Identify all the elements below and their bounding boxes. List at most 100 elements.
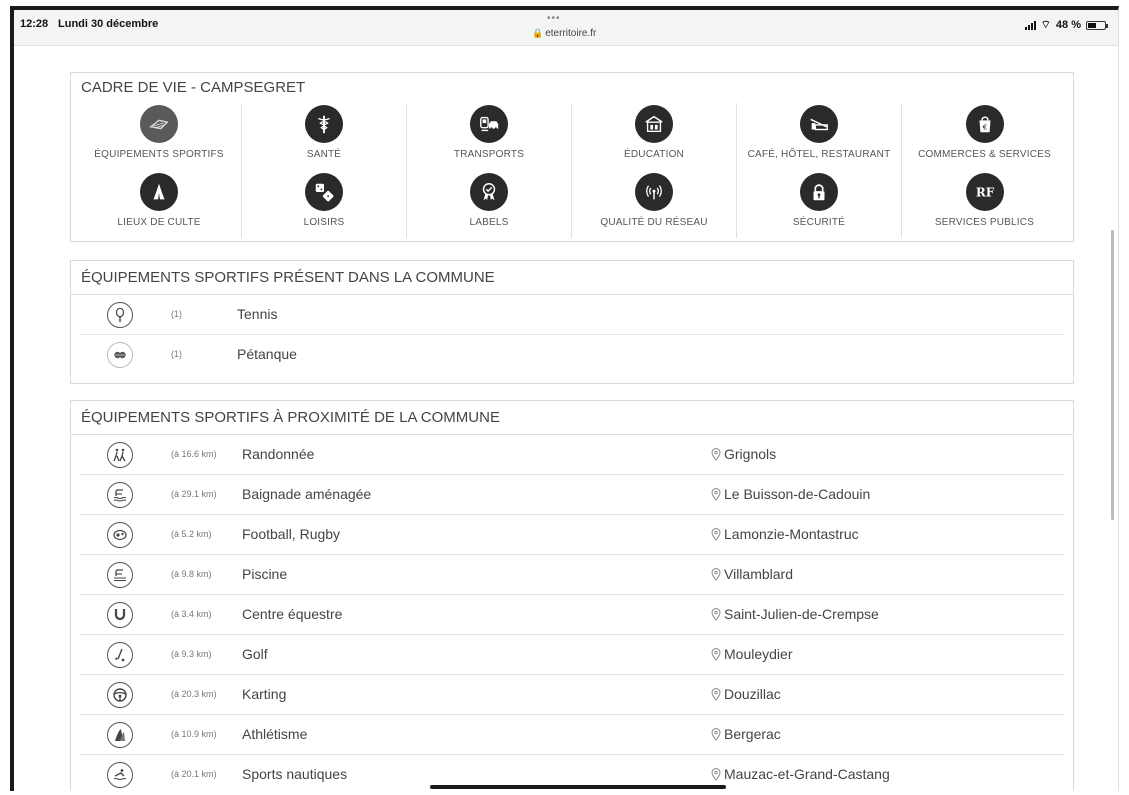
category-loisirs[interactable]: LOISIRS	[242, 170, 407, 238]
tab-dots-icon[interactable]: •••	[547, 13, 561, 24]
antenna-signal-icon	[635, 172, 673, 211]
list-item[interactable]: (à 29.1 km) Baignade aménagée Le Buisson…	[79, 475, 1065, 515]
petanque-balls-icon	[107, 342, 133, 368]
location: Douzillac	[711, 686, 781, 702]
tennis-racket-icon	[107, 302, 133, 328]
svg-text:RF: RF	[975, 185, 994, 199]
location: Bergerac	[711, 726, 781, 742]
school-book-icon	[635, 105, 673, 143]
item-count: (1)	[171, 349, 182, 359]
list-item[interactable]: (à 20.3 km) Karting Douzillac	[79, 675, 1065, 715]
water-sports-icon	[107, 762, 133, 788]
category-cafe-hotel-restaurant[interactable]: CAFÉ, HÔTEL, RESTAURANT	[737, 103, 902, 171]
activity-name: Football, Rugby	[242, 526, 341, 542]
map-pin-icon	[711, 567, 721, 581]
activity-name: Golf	[242, 646, 268, 662]
list-item[interactable]: (1) Tennis	[79, 295, 1065, 335]
place-name: Douzillac	[724, 686, 781, 702]
shopping-bag-euro-icon: €	[965, 105, 1004, 143]
battery-icon	[1086, 20, 1108, 30]
location: Mouleydier	[711, 646, 792, 662]
list-item[interactable]: (1) Pétanque	[79, 335, 1065, 375]
caduceus-icon	[305, 105, 343, 143]
distance-text: (à 3.4 km)	[171, 609, 212, 619]
distance-text: (à 20.1 km)	[171, 769, 217, 779]
category-label: SERVICES PUBLICS	[934, 216, 1035, 228]
category-securite[interactable]: SÉCURITÉ	[737, 170, 902, 238]
map-pin-icon	[711, 447, 721, 461]
nearby-equipment-panel: ÉQUIPEMENTS SPORTIFS À PROXIMITÉ DE LA C…	[70, 400, 1074, 791]
train-car-icon	[470, 105, 508, 143]
distance-text: (à 29.1 km)	[171, 489, 217, 499]
place-name: Saint-Julien-de-Crempse	[724, 606, 879, 622]
distance-text: (à 16.6 km)	[171, 449, 217, 459]
category-qualite-du-reseau[interactable]: QUALITÉ DU RÉSEAU	[572, 170, 737, 238]
list-item[interactable]: (à 5.2 km) Football, Rugby Lamonzie-Mont…	[79, 515, 1065, 555]
battery-percent: 48 %	[1055, 19, 1081, 31]
award-ribbon-icon	[470, 172, 508, 211]
nearby-title: ÉQUIPEMENTS SPORTIFS À PROXIMITÉ DE LA C…	[71, 401, 1073, 435]
place-name: Villamblard	[724, 566, 793, 582]
cadre-title: CADRE DE VIE - CAMPSEGRET	[81, 79, 306, 96]
padlock-icon	[800, 172, 838, 211]
category-transports[interactable]: TRANSPORTS	[407, 103, 572, 171]
location: Lamonzie-Montastruc	[711, 526, 859, 542]
lock-icon: 🔒	[532, 28, 544, 38]
location: Grignols	[711, 446, 776, 462]
sports-icon	[140, 105, 178, 143]
distance-text: (à 5.2 km)	[171, 529, 212, 539]
wifi-icon: ⌔	[1040, 19, 1051, 31]
place-name: Bergerac	[724, 726, 781, 742]
list-item[interactable]: (à 3.4 km) Centre équestre Saint-Julien-…	[79, 595, 1065, 635]
category-education[interactable]: ÉDUCATION	[572, 103, 737, 171]
distance-text: (à 10.9 km)	[171, 729, 217, 739]
horseshoe-icon	[107, 602, 133, 628]
list-item[interactable]: (à 9.8 km) Piscine Villamblard	[79, 555, 1065, 595]
place-name: Mouleydier	[724, 646, 793, 662]
ball-icon	[107, 522, 133, 548]
category-label: SANTÉ	[306, 149, 342, 160]
running-track-icon	[107, 722, 133, 748]
list-item[interactable]: (à 16.6 km) Randonnée Grignols	[79, 435, 1065, 475]
category-label: ÉQUIPEMENTS SPORTIFS	[94, 149, 224, 160]
activity-name: Piscine	[242, 566, 288, 582]
address-bar[interactable]: 🔒 eterritoire.fr	[532, 28, 596, 39]
activity-name: Centre équestre	[242, 606, 343, 622]
steering-wheel-icon	[107, 682, 133, 708]
rf-monogram-icon: RF	[965, 172, 1004, 211]
category-sante[interactable]: SANTÉ	[242, 103, 407, 171]
category-services-publics[interactable]: RF SERVICES PUBLICS	[902, 171, 1067, 239]
list-item[interactable]: (à 9.3 km) Golf Mouleydier	[79, 635, 1065, 675]
activity-name: Karting	[242, 686, 287, 702]
browser-frame: 12:28 Lundi 30 décembre ••• 🔒 eterritoire…	[10, 6, 1119, 791]
status-time: 12:28	[20, 18, 49, 30]
status-indicators: ⌔ 48 %	[1024, 18, 1108, 32]
activity-name: Randonnée	[242, 446, 315, 462]
item-name: Pétanque	[237, 346, 297, 362]
hikers-icon	[107, 442, 133, 468]
status-date: Lundi 30 décembre	[58, 18, 159, 30]
category-commerces-services[interactable]: € COMMERCES & SERVICES	[902, 103, 1067, 171]
category-label: SÉCURITÉ	[792, 216, 846, 228]
location: Saint-Julien-de-Crempse	[711, 606, 879, 622]
map-pin-icon	[711, 687, 721, 701]
scrollbar[interactable]	[1111, 230, 1114, 520]
golf-icon	[107, 642, 133, 668]
list-item[interactable]: (à 10.9 km) Athlétisme Bergerac	[79, 715, 1065, 755]
map-pin-icon	[711, 767, 721, 781]
category-label: ÉDUCATION	[624, 149, 684, 160]
category-label: LABELS	[469, 216, 509, 228]
home-indicator[interactable]	[430, 785, 726, 789]
dice-icon	[305, 172, 343, 211]
present-title: ÉQUIPEMENTS SPORTIFS PRÉSENT DANS LA COM…	[71, 261, 1073, 295]
category-labels[interactable]: LABELS	[407, 170, 572, 238]
present-equipment-panel: ÉQUIPEMENTS SPORTIFS PRÉSENT DANS LA COM…	[70, 260, 1074, 384]
pool-icon	[107, 562, 133, 588]
item-name: Tennis	[237, 306, 278, 322]
category-label: TRANSPORTS	[453, 149, 525, 160]
activity-name: Sports nautiques	[242, 766, 348, 782]
category-lieux-de-culte[interactable]: LIEUX DE CULTE	[77, 170, 242, 238]
location: Le Buisson-de-Cadouin	[711, 486, 870, 502]
map-pin-icon	[711, 487, 721, 501]
category-equipements-sportifs[interactable]: ÉQUIPEMENTS SPORTIFS	[77, 103, 242, 171]
